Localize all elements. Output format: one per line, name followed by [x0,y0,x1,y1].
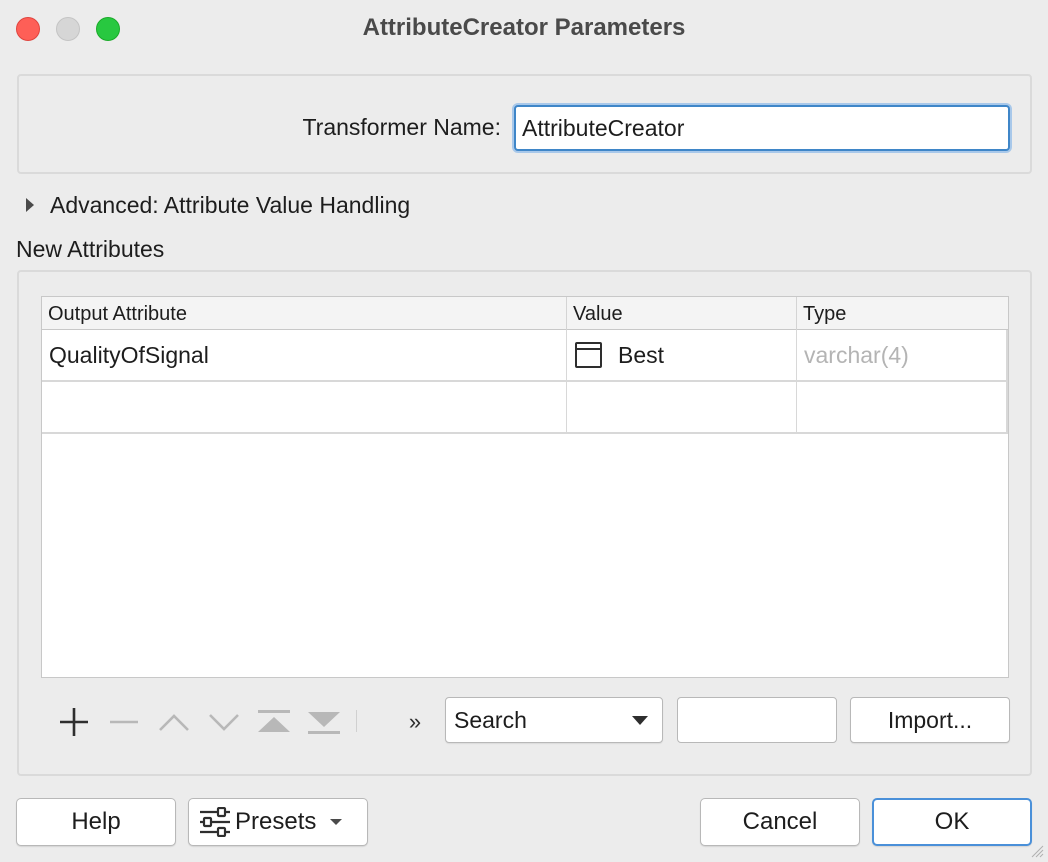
value-text: Best [618,342,665,368]
move-down-button[interactable] [206,704,242,740]
new-attributes-label: New Attributes [16,236,165,262]
move-to-bottom-button[interactable] [306,704,342,740]
value-cell[interactable] [567,382,797,432]
table-row[interactable] [42,382,1008,434]
ok-button[interactable]: OK [872,798,1032,846]
plus-icon [60,708,88,736]
transformer-name-panel: Transformer Name: [17,74,1032,174]
disclosure-triangle-icon[interactable] [26,198,34,212]
type-cell[interactable] [797,382,1008,432]
dropdown-caret-icon [632,716,648,725]
sliders-icon [200,807,230,837]
type-cell[interactable]: varchar(4) [797,330,1008,380]
presets-button[interactable]: Presets [188,798,368,846]
column-header-type[interactable]: Type [797,297,1008,330]
transformer-name-input[interactable] [514,105,1010,151]
cancel-button[interactable]: Cancel [700,798,860,846]
help-button[interactable]: Help [16,798,176,846]
move-up-button[interactable] [156,704,192,740]
dropdown-caret-icon [330,819,343,825]
resize-grip-icon[interactable] [1028,842,1044,858]
new-attributes-panel: Output Attribute Value Type QualityOfSig… [17,270,1032,776]
table-header: Output Attribute Value Type [42,297,1008,330]
search-mode-select[interactable]: Search [445,697,663,743]
presets-label: Presets [235,808,317,835]
output-attribute-cell[interactable] [42,382,567,432]
advanced-section-toggle[interactable]: Advanced: Attribute Value Handling [26,190,410,220]
column-header-output-attribute[interactable]: Output Attribute [42,297,567,330]
attributes-table: Output Attribute Value Type QualityOfSig… [41,296,1009,678]
chevron-up-icon [159,714,189,731]
title-bar[interactable]: AttributeCreator Parameters [0,0,1048,56]
text-value-icon[interactable] [575,342,602,368]
overflow-menu-button[interactable]: » [397,704,433,740]
toolbar-separator [356,710,357,732]
search-input[interactable] [677,697,837,743]
transformer-name-label: Transformer Name: [302,114,501,140]
column-header-value[interactable]: Value [567,297,797,330]
remove-row-button[interactable] [106,704,142,740]
output-attribute-cell[interactable]: QualityOfSignal [42,330,567,380]
dialog-window: AttributeCreator Parameters Transformer … [0,0,1048,862]
window-title: AttributeCreator Parameters [362,14,686,41]
move-to-bottom-icon [308,712,340,734]
move-to-top-button[interactable] [256,704,292,740]
value-cell[interactable]: Best [567,330,797,380]
import-button[interactable]: Import... [850,697,1010,743]
move-to-top-icon [258,710,290,732]
add-row-button[interactable] [56,704,92,740]
advanced-section-label: Advanced: Attribute Value Handling [50,191,411,218]
minus-icon [110,720,138,724]
chevron-down-icon [209,714,239,731]
table-row[interactable]: QualityOfSignal Best varchar(4) [42,330,1008,382]
search-mode-value: Search [454,707,527,733]
